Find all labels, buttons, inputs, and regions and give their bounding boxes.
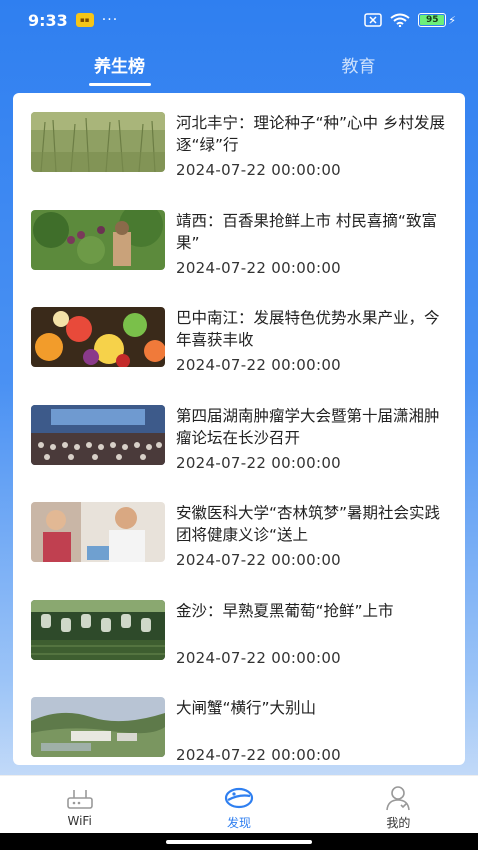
user-icon xyxy=(386,786,411,811)
sim-off-icon xyxy=(364,13,383,27)
news-date: 2024-07-22 00:00:00 xyxy=(176,259,342,277)
notification-app-icon: ▪▪ xyxy=(75,13,94,27)
tab-label: 教育 xyxy=(341,57,376,77)
bottom-nav: WiFi 发现 我的 xyxy=(0,775,478,833)
status-time: 9:33 xyxy=(28,10,68,30)
news-thumbnail xyxy=(31,697,165,757)
status-bar: 9:33 ▪▪ ··· 95 ⚡ xyxy=(0,0,478,40)
nav-discover[interactable]: 发现 xyxy=(159,776,318,833)
nav-label: WiFi xyxy=(67,814,92,828)
news-title: 大闸蟹“横行”大别山 xyxy=(176,699,317,717)
news-thumbnail xyxy=(31,210,165,270)
nav-mine[interactable]: 我的 xyxy=(319,776,478,833)
news-item[interactable]: 安徽医科大学“杏林筑梦”暑期社会实践团将健康义诊“送上 2024-07-22 0… xyxy=(13,502,465,582)
news-title: 靖西：百香果抢鲜上市 村民喜摘“致富果” xyxy=(176,212,437,252)
top-tabs: 养生榜 教育 xyxy=(0,46,478,88)
news-item[interactable]: 第四届湖南肿瘤学大会暨第十届潇湘肿瘤论坛在长沙召开 2024-07-22 00:… xyxy=(13,405,465,485)
wifi-icon xyxy=(390,13,410,27)
news-date: 2024-07-22 00:00:00 xyxy=(176,551,342,569)
news-title: 巴中南江：发展特色优势水果产业，今年喜获丰收 xyxy=(176,309,440,349)
status-more-dots: ··· xyxy=(101,12,119,28)
news-item[interactable]: 大闸蟹“横行”大别山 2024-07-22 00:00:00 xyxy=(13,697,465,765)
news-title: 金沙：早熟夏黑葡萄“抢鲜”上市 xyxy=(176,602,394,620)
news-date: 2024-07-22 00:00:00 xyxy=(176,746,342,764)
tab-active-indicator xyxy=(88,83,151,86)
news-list: 河北丰宁：理论种子“种”心中 乡村发展逐“绿”行 2024-07-22 00:0… xyxy=(13,93,465,765)
news-date: 2024-07-22 00:00:00 xyxy=(176,649,342,667)
nav-label: 我的 xyxy=(386,816,411,830)
tab-education[interactable]: 教育 xyxy=(239,46,478,88)
news-thumbnail xyxy=(31,307,165,367)
news-thumbnail xyxy=(31,112,165,172)
tab-health-ranking[interactable]: 养生榜 xyxy=(0,46,239,88)
news-thumbnail xyxy=(31,405,165,465)
nav-wifi[interactable]: WiFi xyxy=(0,776,159,833)
news-title: 河北丰宁：理论种子“种”心中 乡村发展逐“绿”行 xyxy=(176,114,445,154)
news-item[interactable]: 巴中南江：发展特色优势水果产业，今年喜获丰收 2024-07-22 00:00:… xyxy=(13,307,465,387)
charging-icon: ⚡ xyxy=(448,13,456,27)
news-item[interactable]: 金沙：早熟夏黑葡萄“抢鲜”上市 2024-07-22 00:00:00 xyxy=(13,600,465,680)
router-icon xyxy=(66,790,93,809)
news-thumbnail xyxy=(31,600,165,660)
news-item[interactable]: 靖西：百香果抢鲜上市 村民喜摘“致富果” 2024-07-22 00:00:00 xyxy=(13,210,465,290)
battery-level: 95 xyxy=(426,15,439,25)
news-date: 2024-07-22 00:00:00 xyxy=(176,161,342,179)
news-title: 第四届湖南肿瘤学大会暨第十届潇湘肿瘤论坛在长沙召开 xyxy=(176,407,440,447)
news-date: 2024-07-22 00:00:00 xyxy=(176,454,342,472)
news-date: 2024-07-22 00:00:00 xyxy=(176,356,342,374)
news-item[interactable]: 河北丰宁：理论种子“种”心中 乡村发展逐“绿”行 2024-07-22 00:0… xyxy=(13,112,465,192)
tab-label: 养生榜 xyxy=(94,57,145,77)
news-thumbnail xyxy=(31,502,165,562)
news-title: 安徽医科大学“杏林筑梦”暑期社会实践团将健康义诊“送上 xyxy=(176,504,441,544)
system-gesture-bar xyxy=(0,833,478,850)
home-indicator[interactable] xyxy=(166,839,312,844)
battery-icon: 95 ⚡ xyxy=(418,13,456,27)
nav-label: 发现 xyxy=(226,816,251,830)
planet-icon xyxy=(224,787,254,809)
